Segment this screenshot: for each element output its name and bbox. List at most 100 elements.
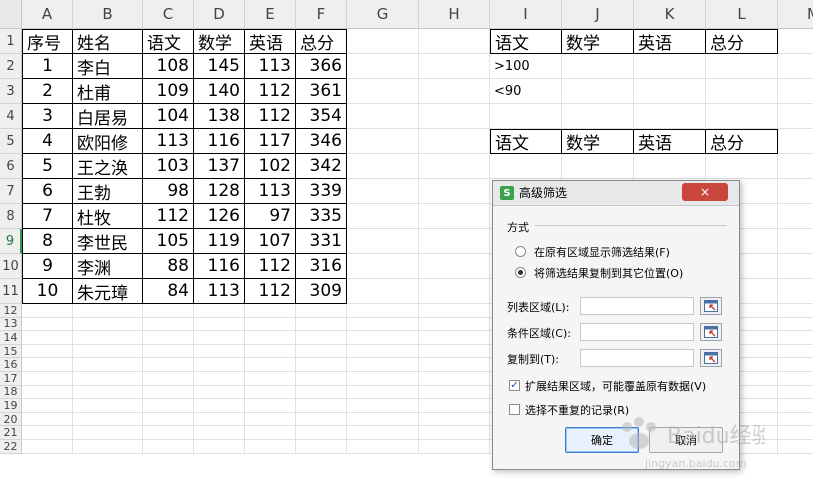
- row-header[interactable]: 5: [0, 129, 22, 154]
- empty-cell[interactable]: [778, 318, 813, 332]
- table-data-cell[interactable]: 116: [194, 129, 245, 154]
- empty-cell[interactable]: [347, 331, 419, 345]
- empty-cell[interactable]: [778, 179, 813, 204]
- empty-cell[interactable]: [22, 426, 73, 440]
- output-header-cell[interactable]: 数学: [562, 129, 634, 154]
- empty-cell[interactable]: [143, 304, 194, 318]
- table-data-cell[interactable]: 112: [245, 79, 296, 104]
- list-range-picker-button[interactable]: [700, 297, 722, 315]
- table-data-cell[interactable]: 342: [296, 154, 347, 179]
- empty-cell[interactable]: [245, 412, 296, 427]
- empty-cell[interactable]: [296, 426, 347, 440]
- table-data-cell[interactable]: 331: [296, 229, 347, 254]
- table-data-cell[interactable]: 346: [296, 129, 347, 154]
- table-data-cell[interactable]: 140: [194, 79, 245, 104]
- empty-cell[interactable]: [706, 79, 778, 104]
- row-header[interactable]: 17: [0, 372, 22, 386]
- table-data-cell[interactable]: 10: [22, 279, 73, 304]
- column-header-a[interactable]: A: [22, 0, 73, 29]
- empty-cell[interactable]: [347, 179, 419, 204]
- empty-cell[interactable]: [143, 440, 194, 454]
- table-data-cell[interactable]: 109: [143, 79, 194, 104]
- empty-cell[interactable]: [347, 440, 419, 454]
- empty-cell[interactable]: [347, 79, 419, 104]
- column-header-g[interactable]: G: [347, 0, 419, 29]
- empty-cell[interactable]: [778, 304, 813, 318]
- empty-cell[interactable]: [778, 154, 813, 179]
- empty-cell[interactable]: [419, 317, 490, 332]
- empty-cell[interactable]: [778, 372, 813, 386]
- table-data-cell[interactable]: 4: [22, 129, 73, 154]
- empty-cell[interactable]: [73, 385, 143, 400]
- dialog-title-bar[interactable]: S 高级筛选 ×: [493, 181, 739, 206]
- empty-cell[interactable]: [778, 426, 813, 440]
- table-data-cell[interactable]: 316: [296, 254, 347, 279]
- column-header-j[interactable]: J: [562, 0, 634, 29]
- empty-cell[interactable]: [778, 279, 813, 304]
- row-header[interactable]: 4: [0, 104, 22, 129]
- empty-cell[interactable]: [778, 79, 813, 104]
- empty-cell[interactable]: [296, 317, 347, 332]
- empty-cell[interactable]: [419, 29, 490, 54]
- empty-cell[interactable]: [245, 426, 296, 440]
- empty-cell[interactable]: [22, 372, 73, 386]
- table-header-cell[interactable]: 序号: [22, 29, 73, 54]
- table-data-cell[interactable]: 1: [22, 54, 73, 79]
- table-data-cell[interactable]: 113: [143, 129, 194, 154]
- empty-cell[interactable]: [347, 317, 419, 332]
- empty-cell[interactable]: [347, 279, 419, 304]
- empty-cell[interactable]: [296, 440, 347, 454]
- empty-cell[interactable]: [706, 104, 778, 129]
- empty-cell[interactable]: [778, 358, 813, 372]
- table-data-cell[interactable]: 102: [245, 154, 296, 179]
- table-data-cell[interactable]: 杜甫: [73, 79, 143, 104]
- empty-cell[interactable]: [562, 79, 634, 104]
- empty-cell[interactable]: [634, 79, 706, 104]
- empty-cell[interactable]: [245, 440, 296, 454]
- empty-cell[interactable]: [347, 426, 419, 440]
- empty-cell[interactable]: [419, 372, 490, 386]
- empty-cell[interactable]: [22, 385, 73, 400]
- criteria-value-cell[interactable]: <90: [490, 79, 562, 104]
- row-header[interactable]: 8: [0, 204, 22, 229]
- empty-cell[interactable]: [778, 254, 813, 279]
- empty-cell[interactable]: [143, 331, 194, 345]
- empty-cell[interactable]: [490, 104, 562, 129]
- empty-cell[interactable]: [419, 440, 490, 454]
- table-data-cell[interactable]: 361: [296, 79, 347, 104]
- column-header-m[interactable]: M: [778, 0, 813, 29]
- table-data-cell[interactable]: 112: [143, 204, 194, 229]
- empty-cell[interactable]: [634, 154, 706, 179]
- empty-cell[interactable]: [73, 304, 143, 318]
- empty-cell[interactable]: [296, 304, 347, 318]
- empty-cell[interactable]: [419, 426, 490, 440]
- empty-cell[interactable]: [296, 358, 347, 372]
- radio-copy-to-location-label[interactable]: 将筛选结果复制到其它位置(O): [534, 265, 683, 281]
- expand-result-checkbox[interactable]: ✓: [509, 380, 520, 391]
- table-data-cell[interactable]: 145: [194, 54, 245, 79]
- empty-cell[interactable]: [419, 229, 490, 254]
- empty-cell[interactable]: [194, 344, 245, 359]
- row-header[interactable]: 2: [0, 54, 22, 79]
- empty-cell[interactable]: [347, 254, 419, 279]
- empty-cell[interactable]: [419, 204, 490, 229]
- empty-cell[interactable]: [347, 304, 419, 318]
- empty-cell[interactable]: [778, 331, 813, 345]
- table-data-cell[interactable]: 117: [245, 129, 296, 154]
- table-header-cell[interactable]: 姓名: [73, 29, 143, 54]
- table-data-cell[interactable]: 84: [143, 279, 194, 304]
- empty-cell[interactable]: [778, 345, 813, 359]
- table-header-cell[interactable]: 语文: [143, 29, 194, 54]
- criteria-value-cell[interactable]: >100: [490, 54, 562, 79]
- empty-cell[interactable]: [143, 317, 194, 332]
- empty-cell[interactable]: [347, 344, 419, 359]
- empty-cell[interactable]: [296, 331, 347, 345]
- row-header[interactable]: 7: [0, 179, 22, 204]
- empty-cell[interactable]: [778, 54, 813, 79]
- row-header[interactable]: 12: [0, 304, 22, 318]
- table-data-cell[interactable]: 108: [143, 54, 194, 79]
- column-header-d[interactable]: D: [194, 0, 245, 29]
- spreadsheet[interactable]: A B C D E F G H I J K L M 12345678910111…: [0, 0, 813, 490]
- row-header[interactable]: 22: [0, 440, 22, 454]
- column-header-f[interactable]: F: [296, 0, 347, 29]
